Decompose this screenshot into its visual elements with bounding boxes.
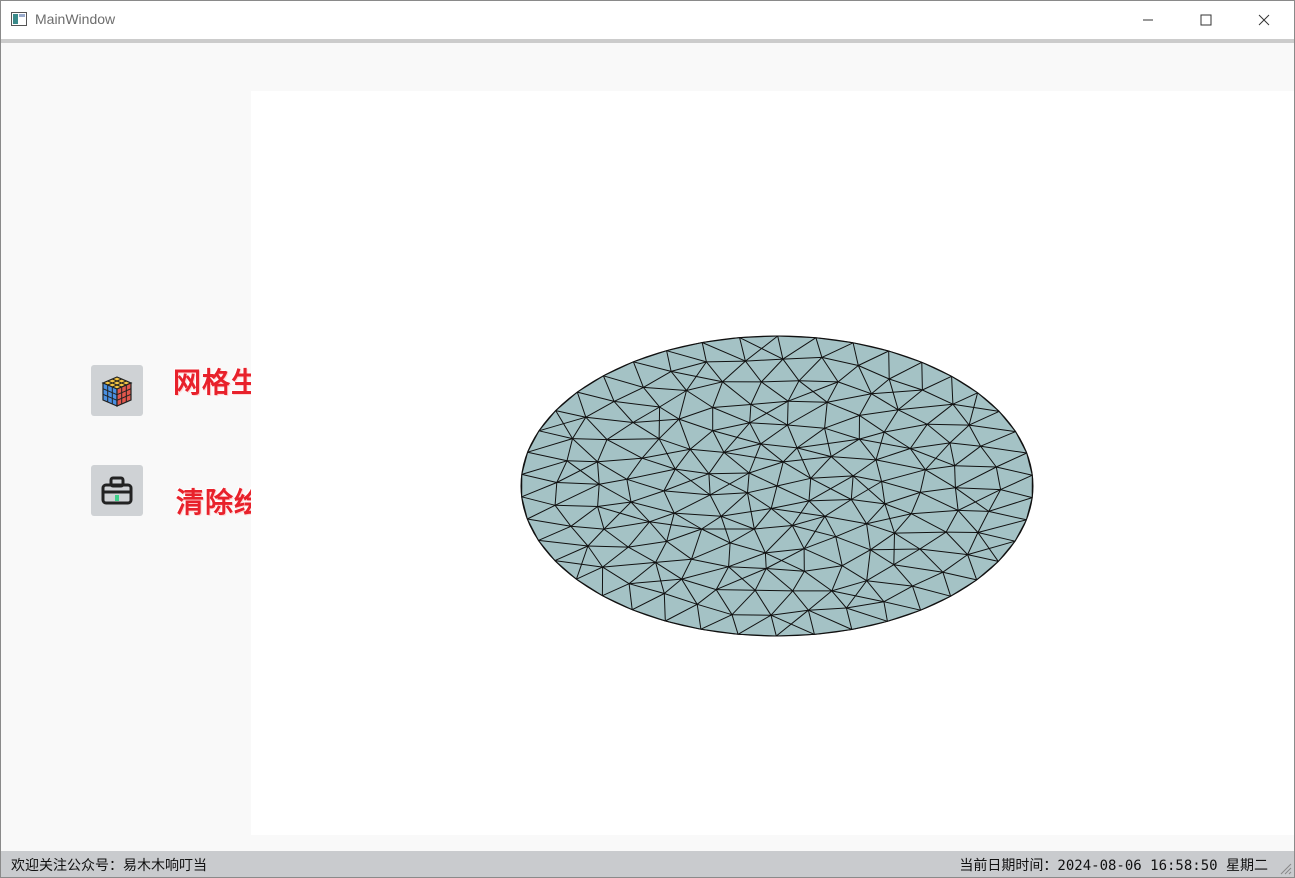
resize-grip-icon[interactable]	[1278, 861, 1292, 875]
mesh-plot	[520, 335, 1034, 637]
mesh-edge	[731, 614, 772, 616]
main-window: MainWindow 网格生成 清除绘图区 欢迎关注公众号：易木木响叮当 当前日…	[0, 0, 1295, 878]
mesh-edge	[888, 350, 890, 380]
minimize-icon	[1143, 19, 1153, 21]
mesh-edge	[716, 589, 756, 591]
status-datetime-text: 当前日期时间：2024-08-06 16:58:50 星期二	[959, 858, 1268, 874]
maximize-button[interactable]	[1177, 1, 1235, 39]
left-tool-panel: 网格生成 清除绘图区	[1, 43, 320, 851]
minimize-button[interactable]	[1119, 1, 1177, 39]
mesh-generate-button[interactable]	[91, 365, 143, 416]
rubiks-cube-icon	[101, 375, 133, 407]
mesh-edge	[921, 362, 923, 391]
mesh-edge	[893, 533, 895, 565]
title-bar[interactable]: MainWindow	[1, 1, 1294, 39]
close-icon	[1258, 14, 1270, 26]
mesh-edge	[755, 589, 793, 592]
app-icon	[11, 12, 27, 26]
window-title: MainWindow	[35, 11, 116, 27]
status-welcome-text: 欢迎关注公众号：易木木响叮当	[11, 858, 207, 874]
close-button[interactable]	[1235, 1, 1293, 39]
mesh-edge	[787, 401, 789, 426]
maximize-icon	[1200, 14, 1212, 26]
mesh-edge	[658, 406, 661, 439]
clear-canvas-button[interactable]	[91, 465, 143, 516]
drawing-canvas[interactable]	[251, 91, 1294, 835]
status-bar: 欢迎关注公众号：易木木响叮当 当前日期时间：2024-08-06 16:58:5…	[1, 851, 1294, 877]
eraser-toolbox-icon	[101, 476, 133, 504]
mesh-edge	[708, 472, 750, 475]
